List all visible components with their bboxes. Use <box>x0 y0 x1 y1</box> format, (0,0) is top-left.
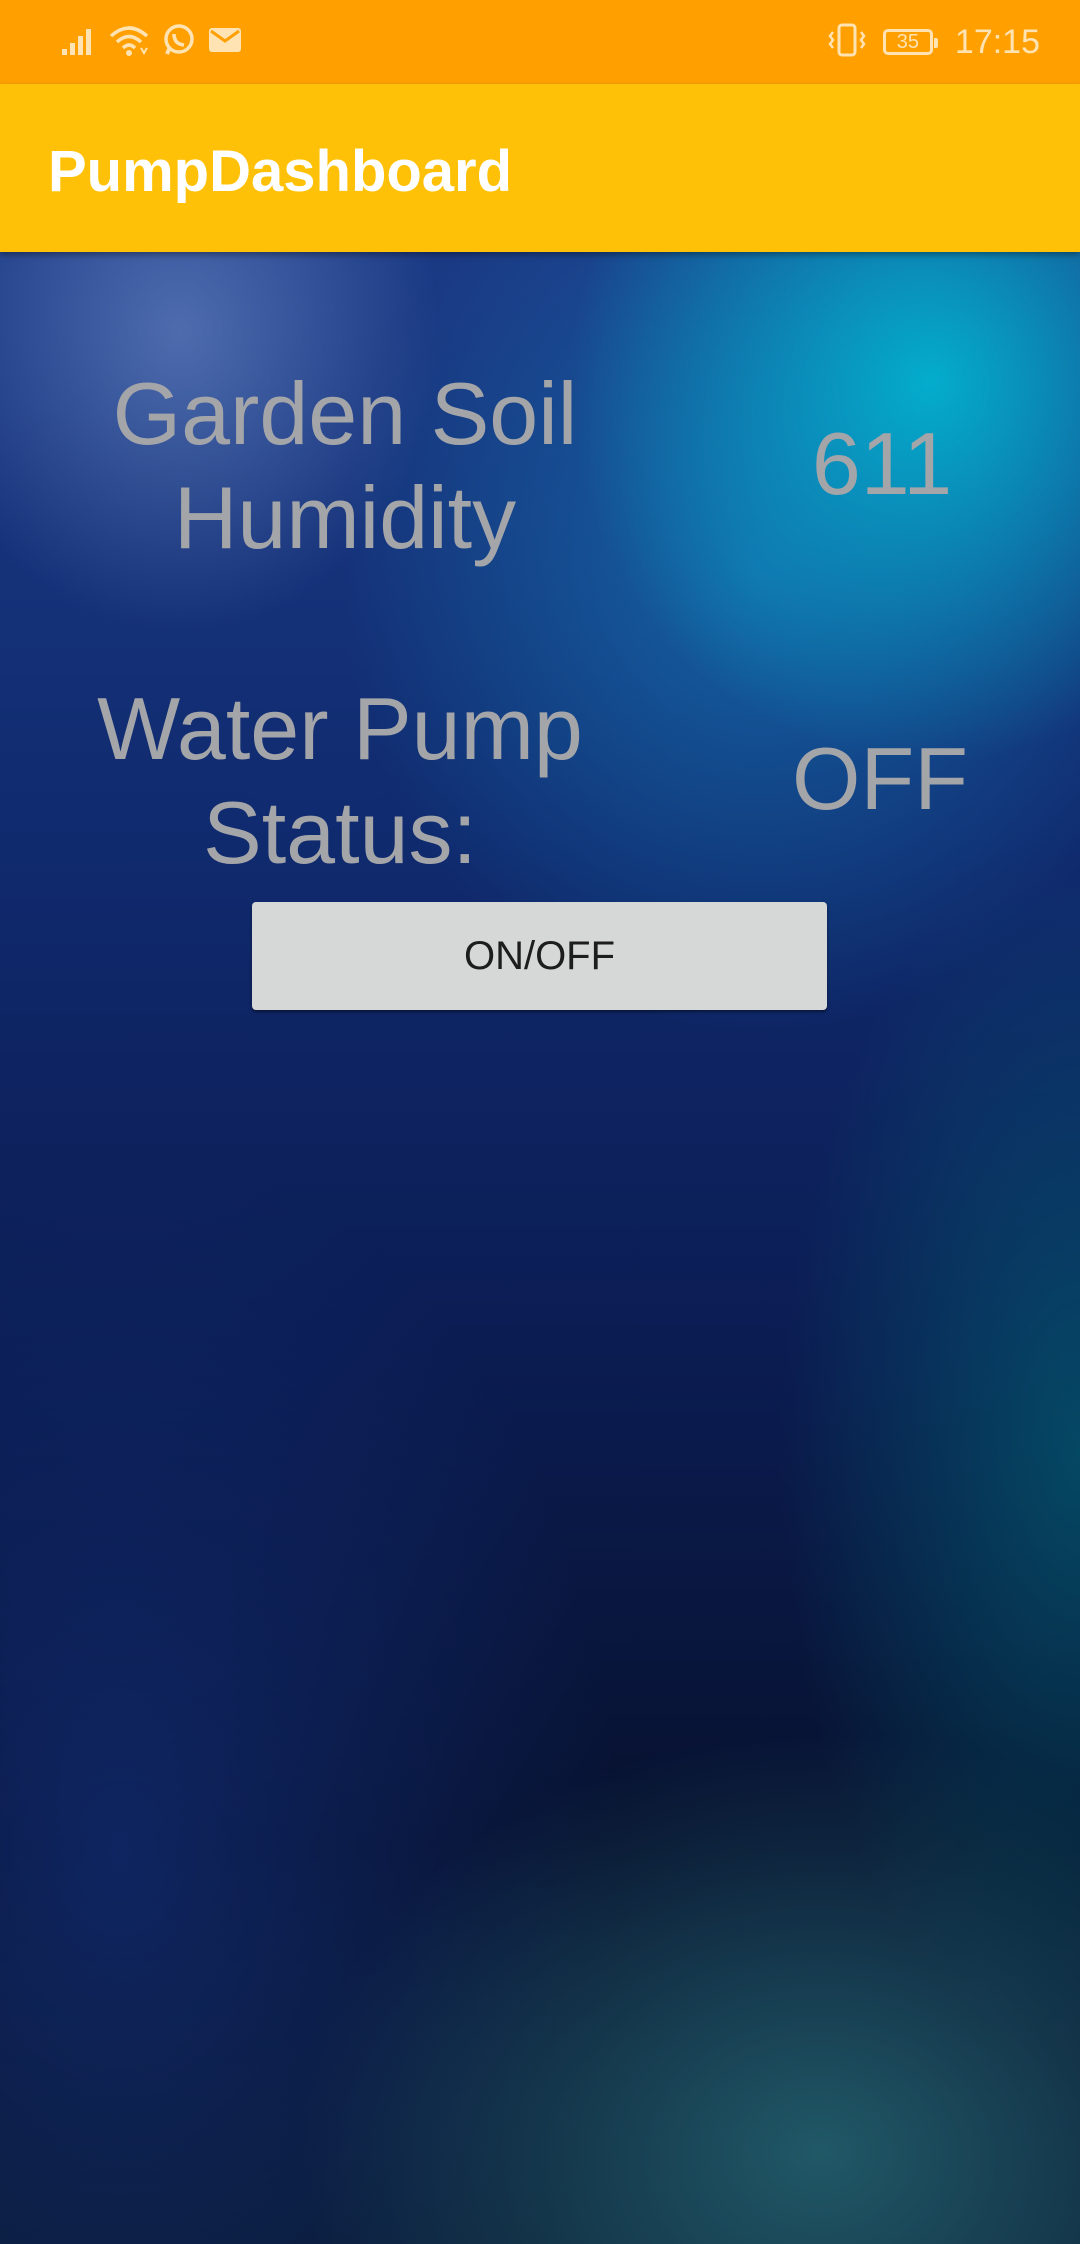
app-title: PumpDashboard <box>48 139 513 204</box>
pump-status-value: OFF <box>792 729 968 828</box>
vibrate-icon <box>827 23 867 62</box>
status-left-icons <box>62 22 242 62</box>
status-right-icons: 35 17:15 <box>827 18 1040 66</box>
humidity-label: Garden Soil Humidity <box>112 364 578 567</box>
humidity-value: 611 <box>811 414 953 513</box>
app-bar: PumpDashboard <box>0 84 1080 252</box>
mail-icon <box>208 26 242 59</box>
status-bar: 35 17:15 <box>0 0 1080 84</box>
battery-level: 35 <box>896 30 920 53</box>
whatsapp-icon <box>162 23 196 62</box>
pump-status-label: Water Pump Status: <box>97 679 583 882</box>
status-time: 17:15 <box>954 22 1040 61</box>
signal-icon <box>62 25 96 60</box>
dashboard-content: Garden Soil Humidity 611 Water Pump Stat… <box>0 252 1080 2244</box>
wifi-icon <box>108 23 150 62</box>
battery-icon: 35 <box>882 29 938 55</box>
pump-toggle-button[interactable]: ON/OFF <box>252 902 827 1010</box>
